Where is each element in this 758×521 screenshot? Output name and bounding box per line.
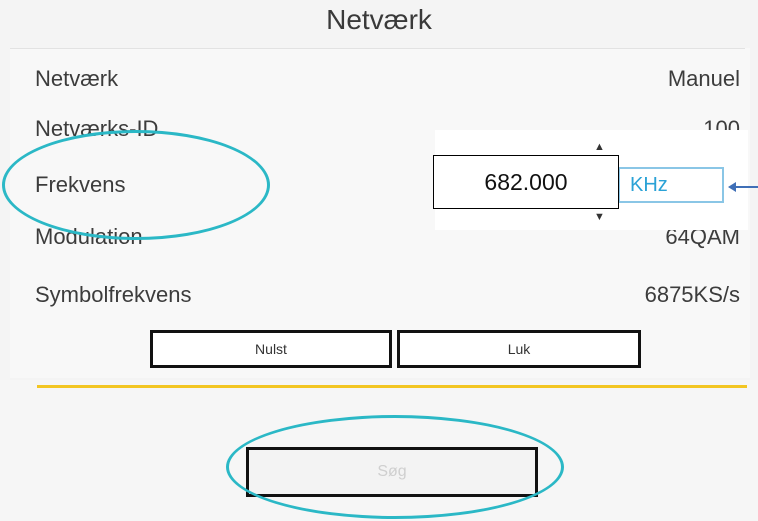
row-label-modulation: Modulation bbox=[35, 224, 143, 249]
frequency-unit-select[interactable]: KHz bbox=[618, 167, 724, 203]
page-title: Netværk bbox=[326, 4, 432, 35]
spin-up-icon[interactable]: ▲ bbox=[594, 142, 605, 153]
close-button[interactable]: Luk bbox=[397, 330, 641, 368]
title-divider bbox=[10, 48, 745, 49]
row-value-network[interactable]: Manuel bbox=[668, 66, 740, 92]
row-label-network: Netværk bbox=[35, 66, 119, 91]
spin-down-icon[interactable]: ▼ bbox=[594, 212, 605, 223]
accent-divider bbox=[37, 385, 747, 388]
reset-button[interactable]: Nulst bbox=[150, 330, 392, 368]
row-value-symbol-rate[interactable]: 6875KS/s bbox=[645, 282, 740, 308]
row-label-symbol-rate: Symbolfrekvens bbox=[35, 282, 192, 307]
row-label-frequency: Frekvens bbox=[35, 172, 126, 197]
row-label-network-id: Netværks-ID bbox=[35, 116, 159, 141]
pointer-arrow-icon bbox=[728, 182, 758, 192]
search-button[interactable]: Søg bbox=[246, 447, 538, 497]
frequency-input[interactable]: 682.000 bbox=[433, 155, 619, 209]
